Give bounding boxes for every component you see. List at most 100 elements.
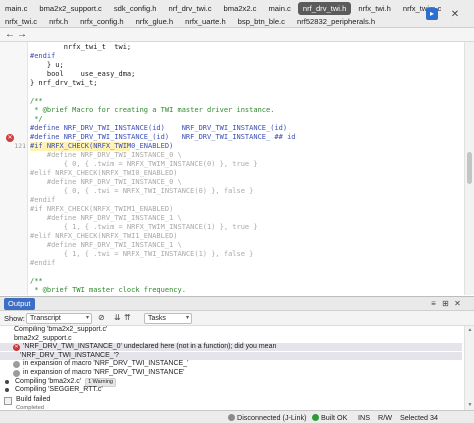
output-message[interactable]: Compiling 'bma2x2.c' 1 Warning [0,377,462,387]
output-message-label: Compiling 'SEGGER_RTT.c' [15,386,103,394]
output-message[interactable]: 'NRF_DRV_TWI_INSTANCE_'? [0,351,462,360]
code-line[interactable]: #if NRFX_CHECK(NRFX_TWIM1_ENABLED) [30,205,173,214]
code-line[interactable]: #endif [30,259,55,268]
tasks-filter-select[interactable]: Tasks ▾ [144,313,192,324]
output-panel-titlebar: Output ≡ ⊞ ✕ [0,297,474,311]
code-line[interactable]: #endif [30,196,55,205]
output-vertical-scrollbar[interactable]: ▲ ▼ [464,326,474,411]
scroll-up-arrow-icon[interactable]: ▲ [466,327,474,333]
output-message-text: 'NRF_DRV_TWI_INSTANCE_'? [20,352,119,360]
tab-nrf-drv-twi-h[interactable]: nrf_drv_twi.h [297,1,352,15]
close-tab-icon[interactable]: ✕ [449,8,461,20]
output-message[interactable]: bma2x2_support.c [0,335,462,343]
tab-bma2x2-support-c[interactable]: bma2x2_support.c [34,2,106,15]
output-message-list[interactable]: Compiling 'bma2x2_support.c' bma2x2_suppo… [0,326,464,411]
tab-main-c[interactable]: main.c [263,2,295,15]
code-editor[interactable]: ✕ 121 nrfx_twi_t twi; #endif } u; bool use… [0,42,474,295]
code-line[interactable]: { 1, { .twi = NRFX_TWI_INSTANCE(1) }, fa… [30,250,254,259]
line-number-gutter[interactable]: ✕ 121 [0,42,28,295]
disconnected-icon [228,414,235,421]
tab-bsp-btn-ble-c[interactable]: bsp_btn_ble.c [233,15,290,28]
tab-bma2x2-c[interactable]: bma2x2.c [219,2,262,15]
tab-list-menu-icon[interactable]: ▸ [426,8,438,20]
tab-nrf52832-peripherals-h[interactable]: nrf52832_peripherals.h [292,15,380,28]
output-panel-title[interactable]: Output [4,298,35,310]
panel-float-icon[interactable]: ⊞ [440,298,451,309]
output-message[interactable]: in expansion of macro 'NRF_DRV_TWI_INSTA… [0,360,462,368]
insert-mode-indicator[interactable]: INS [358,413,370,422]
code-line[interactable]: #elif NRFX_CHECK(NRFX_TWI1_ENABLED) [30,232,178,241]
output-message-label: Compiling 'bma2x2.c' [15,377,82,385]
info-icon [13,360,20,368]
collapse-all-icon[interactable]: ⇊ [114,313,121,322]
build-status[interactable]: Built OK [312,413,347,422]
tab-nrf-drv-twi-c[interactable]: nrf_drv_twi.c [164,2,217,15]
editor-vertical-scrollbar[interactable] [464,42,474,295]
output-message-text: in expansion of macro 'NRF_DRV_TWI_INSTA… [23,369,185,377]
error-icon: ✕ [13,343,20,351]
code-line[interactable]: * @brief TWI master clock frequency. [30,286,186,295]
output-message[interactable]: ✕ 'NRF_DRV_TWI_INSTANCE_0' undeclared her… [0,343,462,352]
show-select[interactable]: Transcript ▾ [26,313,92,324]
code-line[interactable]: #if NRFX_CHECK(NRFX_TWIM0_ENABLED) [30,142,173,151]
build-status-text: Built OK [321,413,348,422]
code-line[interactable]: #elif NRFX_CHECK(NRFX_TWI0_ENABLED) [30,169,178,178]
output-panel: Output ≡ ⊞ ✕ Show: Transcript ▾ ⊘ ⇊ ⇈ Ta… [0,296,474,411]
tab-main-c[interactable]: main.c [0,2,32,15]
output-message[interactable]: Compiling 'bma2x2_support.c' [0,326,462,334]
tab-nrfx-glue-h[interactable]: nrfx_glue.h [131,15,179,28]
code-line[interactable]: */ [30,115,42,124]
tasks-filter-value: Tasks [148,315,166,322]
code-area[interactable]: nrfx_twi_t twi; #endif } u; bool use_easy… [30,42,462,295]
code-line[interactable]: #define NRF_DRV_TWI_INSTANCE_0 \ [30,151,182,160]
code-line[interactable]: #endif [30,52,55,61]
tab-nrfx-twi-c[interactable]: nrfx_twi.c [0,15,42,28]
build-failed-text: Build failed [16,395,51,403]
code-line[interactable]: #define NRF_DRV_TWI_INSTANCE_1 \ [30,214,182,223]
editor-tab-bar: main.c bma2x2_support.c sdk_config.h nrf_dr… [0,0,474,28]
tab-nrfx-twim-c[interactable]: nrfx_twim.c [398,2,446,15]
read-write-indicator[interactable]: R/W [378,413,392,422]
output-message[interactable]: Compiling 'SEGGER_RTT.c' [0,386,462,394]
navigation-bar: ← → [0,28,474,42]
scroll-down-arrow-icon[interactable]: ▼ [466,402,474,408]
forward-arrow-icon[interactable]: → [15,28,29,42]
show-label: Show: [4,314,25,323]
code-line[interactable]: { 1, { .twim = NRFX_TWIM_INSTANCE(1) }, … [30,223,258,232]
code-line[interactable]: nrfx_twi_t twi; [30,43,131,52]
code-line[interactable]: { 0, { .twi = NRFX_TWI_INSTANCE(0) }, fa… [30,187,254,196]
expand-all-icon[interactable]: ⇈ [124,313,131,322]
panel-menu-icon[interactable]: ≡ [428,298,439,309]
error-marker-icon[interactable]: ✕ [6,133,14,142]
tab-nrfx-config-h[interactable]: nrfx_config.h [75,15,128,28]
code-line[interactable]: * @brief Macro for creating a TWI master… [30,106,274,115]
tab-sdk-config-h[interactable]: sdk_config.h [109,2,162,15]
selection-count: Selected 34 [400,413,438,422]
code-line[interactable]: #define NRF_DRV_TWI_INSTANCE(id) NRF_DRV… [30,124,287,133]
code-line[interactable]: #define NRF_DRV_TWI_INSTANCE_(id) NRF_DR… [30,133,296,142]
build-ok-icon [312,414,319,421]
info-icon [13,369,20,377]
status-bar: Disconnected (J-Link) Built OK INS R/W S… [0,410,474,423]
output-message-text: bma2x2_support.c [14,335,72,343]
code-line[interactable]: } nrf_drv_twi_t; [30,79,97,88]
tab-row-1: main.c bma2x2_support.c sdk_config.h nrf_dr… [0,1,448,15]
code-line[interactable]: bool use_easy_dma; [30,70,136,79]
code-line[interactable]: #define NRF_DRV_TWI_INSTANCE_0 \ [30,178,182,187]
clear-output-icon[interactable]: ⊘ [98,313,105,322]
tab-nrfx-twi-h[interactable]: nrfx_twi.h [353,2,396,15]
tab-nrfx-h[interactable]: nrfx.h [44,15,73,28]
output-message[interactable]: in expansion of macro 'NRF_DRV_TWI_INSTA… [0,369,462,377]
tab-nrfx-uarte-h[interactable]: nrfx_uarte.h [180,15,231,28]
code-line[interactable]: } u; [30,61,64,70]
show-select-value: Transcript [30,315,61,322]
connection-status[interactable]: Disconnected (J-Link) [228,413,307,422]
panel-close-icon[interactable]: ✕ [452,298,463,309]
code-line[interactable]: #define NRF_DRV_TWI_INSTANCE_1 \ [30,241,182,250]
chevron-down-icon: ▾ [85,315,89,321]
code-line[interactable]: /** [30,97,43,106]
code-line[interactable]: { 0, { .twim = NRFX_TWIM_INSTANCE(0) }, … [30,160,258,169]
output-message-label: in expansion of macro 'NRF_DRV_TWI_INSTA… [23,369,185,376]
code-line[interactable]: /** [30,277,43,286]
editor-scroll-thumb[interactable] [467,152,472,184]
